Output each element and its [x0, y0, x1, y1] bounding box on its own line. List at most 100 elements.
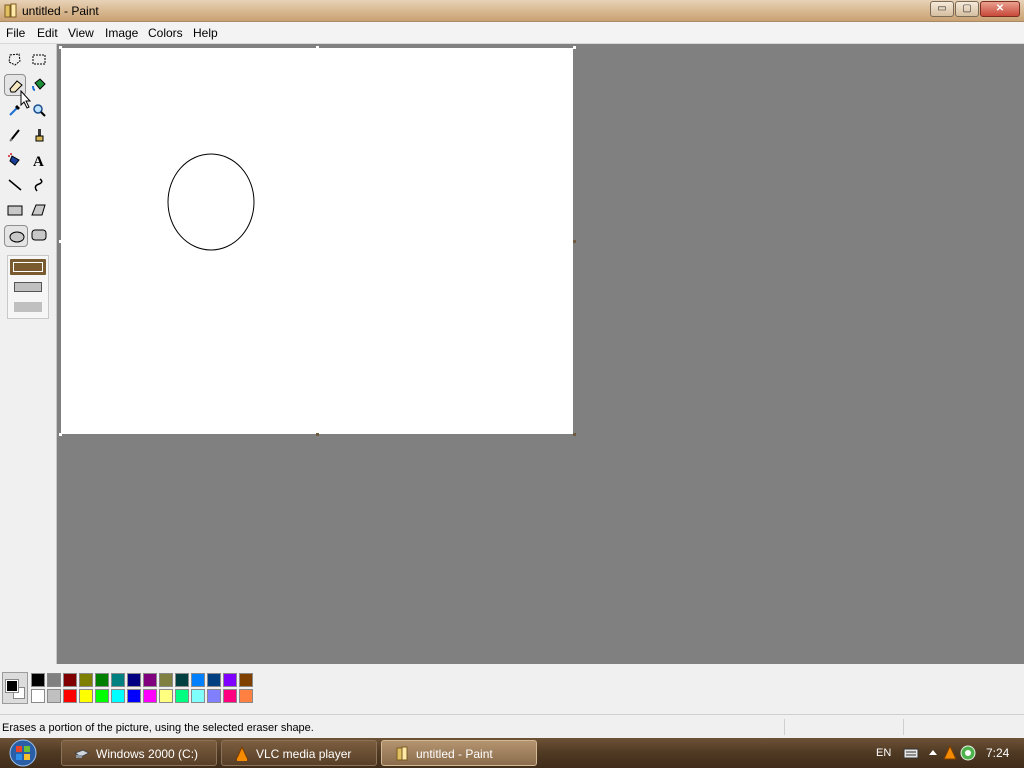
color-swatch[interactable]: [95, 689, 109, 703]
menu-file[interactable]: File: [6, 26, 25, 40]
curve-tool[interactable]: [28, 174, 50, 196]
magnifier-icon: [33, 104, 46, 117]
color-swatch[interactable]: [79, 673, 93, 687]
polygon-icon: [31, 204, 46, 216]
color-swatch[interactable]: [111, 673, 125, 687]
pick-color-icon: [9, 105, 20, 116]
tool-options-panel: [7, 255, 49, 319]
taskbar-item-label: VLC media player: [256, 747, 352, 761]
airbrush-icon: [8, 153, 20, 166]
color-swatch[interactable]: [127, 689, 141, 703]
pick-color-tool[interactable]: [4, 99, 26, 121]
window-title: untitled - Paint: [22, 4, 99, 18]
free-form-select-tool[interactable]: [4, 49, 26, 71]
menu-edit[interactable]: Edit: [37, 26, 58, 40]
rounded-rectangle-tool[interactable]: [28, 224, 50, 246]
color-swatch[interactable]: [143, 689, 157, 703]
curve-icon: [34, 178, 43, 192]
minimize-button[interactable]: ▭: [930, 1, 954, 17]
color-swatch[interactable]: [31, 673, 45, 687]
color-swatch[interactable]: [239, 673, 253, 687]
color-swatch[interactable]: [63, 689, 77, 703]
taskbar-item-windows-2000[interactable]: Windows 2000 (C:): [61, 740, 217, 766]
vlc-tray-icon[interactable]: [942, 745, 958, 761]
taskbar: Windows 2000 (C:) VLC media player untit…: [0, 738, 1024, 768]
workspace: [57, 44, 1024, 664]
line-tool[interactable]: [4, 174, 26, 196]
fill-style-fill[interactable]: [14, 302, 42, 312]
color-swatch[interactable]: [63, 673, 77, 687]
menu-help[interactable]: Help: [193, 26, 218, 40]
color-swatch[interactable]: [111, 689, 125, 703]
color-swatch[interactable]: [47, 689, 61, 703]
network-icon[interactable]: [960, 745, 976, 761]
title-bar[interactable]: untitled - Paint ▭ ▢ ✕: [0, 0, 1024, 22]
ellipse-tool[interactable]: [4, 225, 28, 247]
drawing-canvas[interactable]: [61, 48, 573, 434]
color-swatch[interactable]: [223, 673, 237, 687]
drive-icon: [74, 749, 90, 758]
menu-image[interactable]: Image: [105, 26, 138, 40]
current-colors[interactable]: [2, 672, 28, 704]
taskbar-item-paint[interactable]: untitled - Paint: [381, 740, 537, 766]
resize-handle-bottom-right[interactable]: [573, 433, 576, 436]
resize-handle-bottom[interactable]: [316, 433, 319, 436]
resize-handle-right[interactable]: [573, 240, 576, 243]
fill-style-outline-fill[interactable]: [14, 282, 42, 292]
magnifier-tool[interactable]: [28, 99, 50, 121]
fill-style-outline[interactable]: [10, 259, 46, 275]
clock[interactable]: 7:24: [986, 746, 1009, 760]
color-swatch[interactable]: [175, 673, 189, 687]
color-swatch[interactable]: [47, 673, 61, 687]
paint-icon: [396, 746, 408, 761]
ellipse-icon: [9, 231, 25, 243]
keyboard-icon[interactable]: [903, 745, 919, 761]
line-icon: [8, 179, 22, 191]
color-swatch[interactable]: [191, 689, 205, 703]
color-swatch[interactable]: [159, 689, 173, 703]
taskbar-item-vlc[interactable]: VLC media player: [221, 740, 377, 766]
color-swatch[interactable]: [207, 689, 221, 703]
show-hidden-icons-icon[interactable]: [925, 745, 941, 761]
color-swatch[interactable]: [175, 689, 189, 703]
resize-handle-top: [316, 46, 319, 49]
menu-bar: File Edit View Image Colors Help: [0, 22, 1024, 44]
rectangle-tool[interactable]: [4, 199, 26, 221]
color-swatch[interactable]: [191, 673, 205, 687]
text-tool[interactable]: A: [28, 149, 50, 171]
color-palette: [0, 664, 1024, 714]
color-swatch[interactable]: [95, 673, 109, 687]
color-swatch[interactable]: [79, 689, 93, 703]
select-tool[interactable]: [28, 49, 50, 71]
rectangle-icon: [7, 205, 23, 216]
color-swatch[interactable]: [127, 673, 141, 687]
select-icon: [32, 54, 46, 65]
drawn-ellipse[interactable]: [167, 153, 255, 251]
svg-text:A: A: [33, 154, 44, 168]
polygon-tool[interactable]: [28, 199, 50, 221]
maximize-button[interactable]: ▢: [955, 1, 979, 17]
color-swatch[interactable]: [143, 673, 157, 687]
canvas-drawing: [167, 153, 255, 251]
start-button[interactable]: [6, 739, 40, 767]
color-swatch[interactable]: [31, 689, 45, 703]
status-text: Erases a portion of the picture, using t…: [2, 722, 314, 734]
toolbox: A: [0, 44, 57, 664]
menu-view[interactable]: View: [68, 26, 94, 40]
pencil-tool[interactable]: [4, 124, 26, 146]
color-swatch[interactable]: [223, 689, 237, 703]
language-indicator[interactable]: EN: [876, 747, 891, 759]
taskbar-item-label: Windows 2000 (C:): [96, 747, 199, 761]
menu-colors[interactable]: Colors: [148, 26, 183, 40]
foreground-color-swatch: [5, 679, 19, 693]
brush-tool[interactable]: [28, 124, 50, 146]
vlc-icon: [235, 746, 249, 761]
close-button[interactable]: ✕: [980, 1, 1020, 17]
resize-handle-left: [59, 240, 62, 243]
brush-icon: [35, 129, 44, 142]
resize-handle-top-left: [59, 46, 62, 49]
color-swatch[interactable]: [239, 689, 253, 703]
color-swatch[interactable]: [207, 673, 221, 687]
airbrush-tool[interactable]: [4, 149, 26, 171]
color-swatch[interactable]: [159, 673, 173, 687]
